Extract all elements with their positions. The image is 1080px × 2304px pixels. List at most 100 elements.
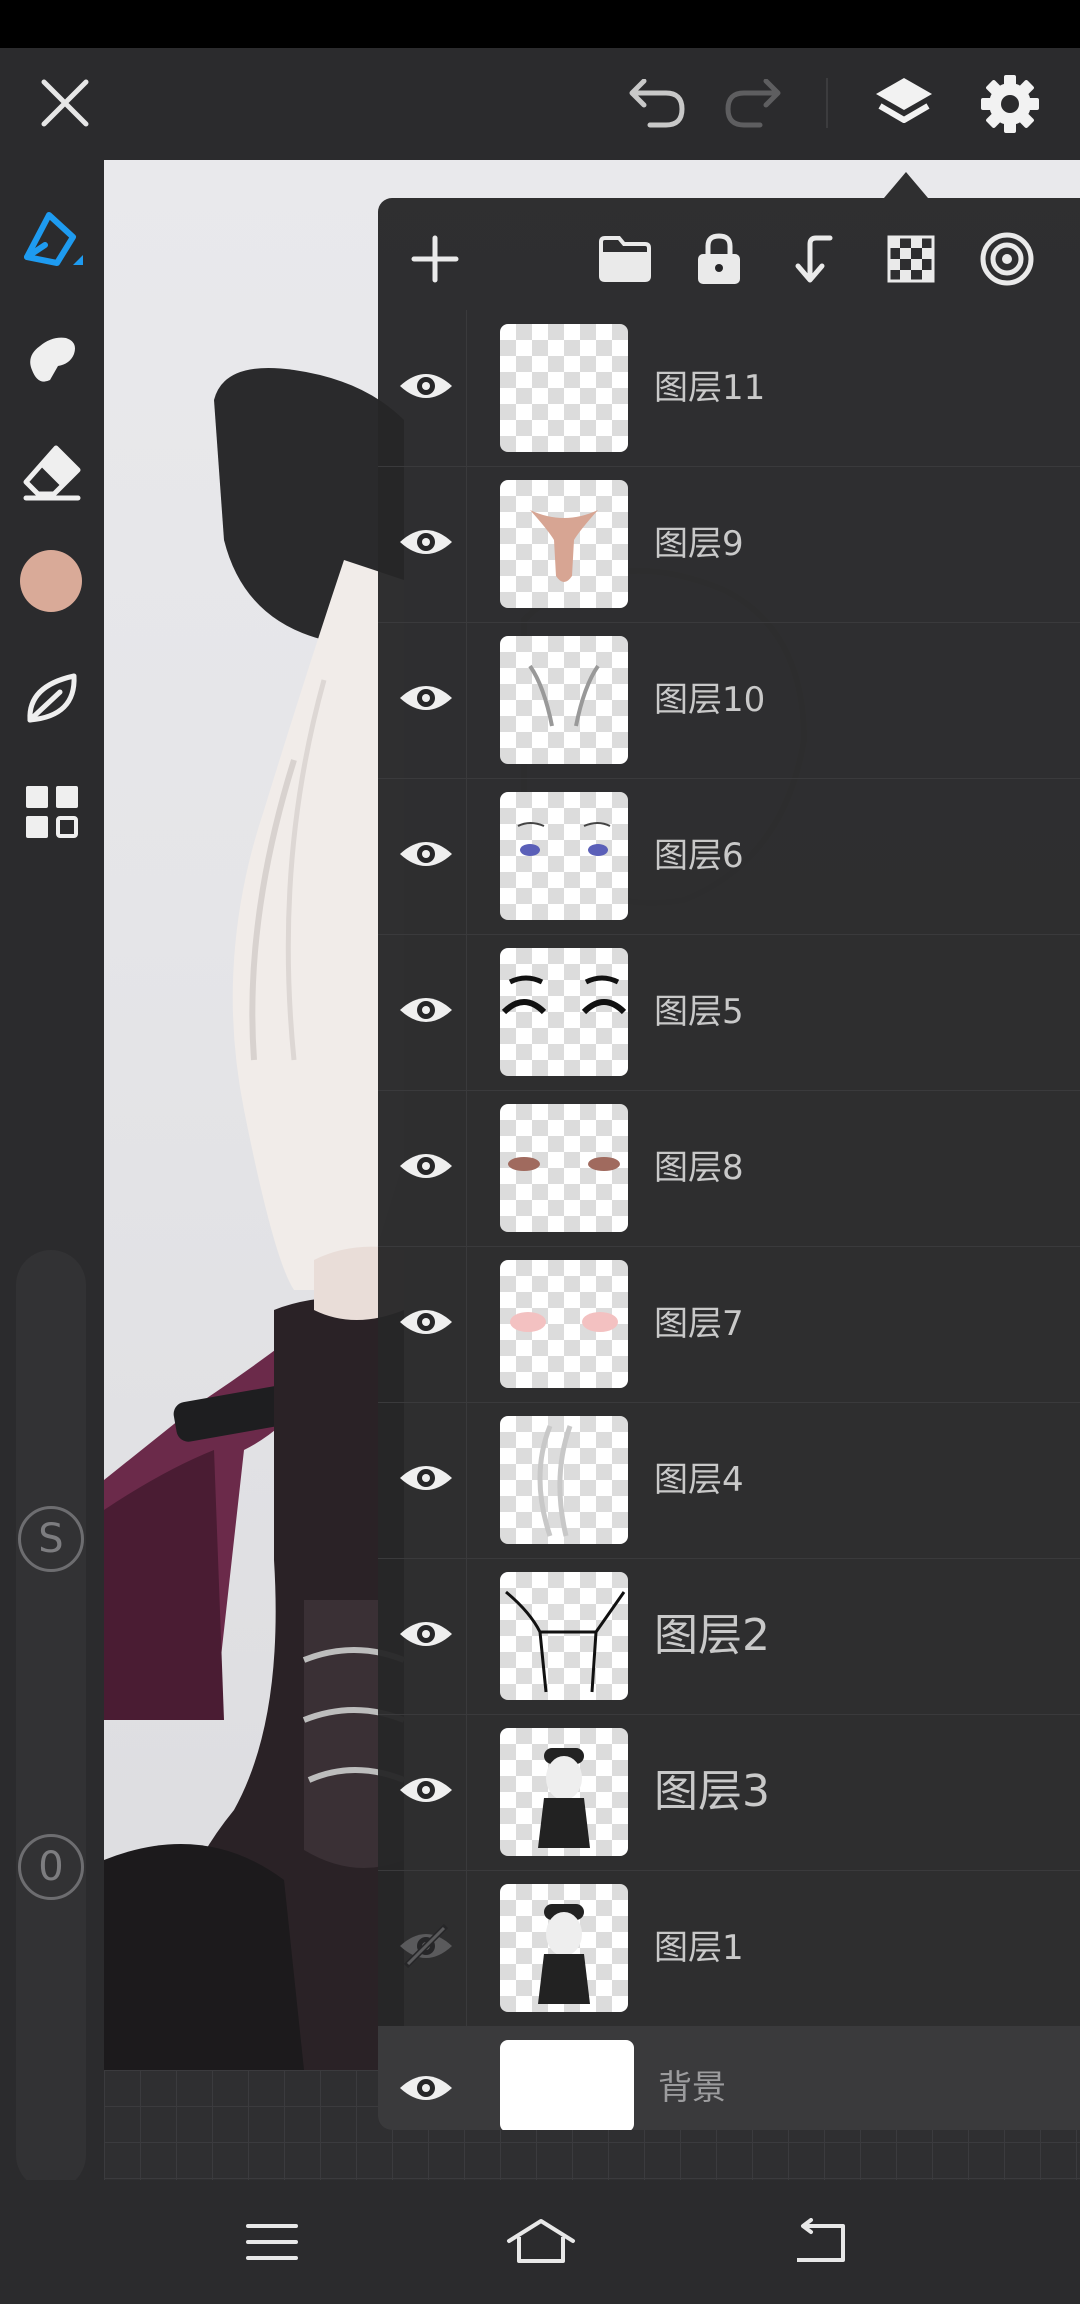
layer-thumbnail-art — [538, 1904, 590, 2004]
transparency-icon — [887, 235, 935, 283]
home-button[interactable] — [496, 2210, 586, 2274]
opacity-button[interactable]: 0 — [18, 1834, 84, 1900]
layer-thumbnail — [500, 324, 628, 452]
layer-name: 图层9 — [654, 524, 744, 564]
layer-row-divider — [466, 778, 467, 934]
layer-thumbnail — [500, 2040, 634, 2130]
eye-icon — [400, 530, 452, 554]
add-icon — [411, 235, 459, 283]
transparency-lock-button[interactable] — [876, 224, 946, 294]
panels-button[interactable] — [14, 774, 90, 850]
lock-layer-button[interactable] — [684, 224, 754, 294]
layer-visibility-toggle[interactable] — [396, 1448, 456, 1508]
home-icon — [507, 2219, 575, 2263]
opacity-label: 0 — [38, 1844, 64, 1890]
smudge-tool-button[interactable] — [14, 320, 90, 396]
material-tool-button[interactable] — [14, 660, 90, 736]
stabilizer-button[interactable]: S — [18, 1506, 84, 1572]
layer-row-divider — [466, 1402, 467, 1558]
layers-button[interactable] — [864, 68, 944, 140]
layer-row-divider — [466, 1870, 467, 2026]
toolbar-divider — [826, 78, 828, 128]
layer-name: 图层2 — [654, 1610, 770, 1661]
layer-thumbnail — [500, 1884, 628, 2012]
status-bar — [0, 0, 1080, 48]
layer-row[interactable]: 图层7 — [378, 1246, 1080, 1403]
layers-icon — [876, 78, 932, 123]
layer-thumbnail-art — [537, 1425, 573, 1537]
new-folder-button[interactable] — [590, 224, 660, 294]
settings-button[interactable] — [970, 68, 1050, 140]
layer-name: 图层8 — [654, 1148, 744, 1188]
layer-visibility-toggle[interactable] — [396, 1916, 456, 1976]
layer-visibility-toggle[interactable] — [396, 1604, 456, 1664]
layer-thumbnail-art — [508, 1157, 620, 1171]
folder-icon — [599, 236, 651, 282]
layer-row[interactable]: 图层4 — [378, 1402, 1080, 1559]
layer-visibility-toggle[interactable] — [396, 1136, 456, 1196]
eye-icon — [400, 1466, 452, 1490]
undo-button[interactable] — [620, 72, 694, 136]
gear-icon — [981, 75, 1039, 133]
layer-visibility-toggle[interactable] — [396, 668, 456, 728]
system-nav-bar — [0, 2180, 1080, 2304]
layer-name: 图层3 — [654, 1766, 770, 1817]
layer-row[interactable]: 图层2 — [378, 1558, 1080, 1715]
undo-icon — [629, 79, 685, 128]
layer-row-divider — [466, 466, 467, 622]
layer-row[interactable]: 图层10 — [378, 622, 1080, 779]
layer-thumbnail-art — [530, 510, 598, 582]
layer-row[interactable]: 图层9 — [378, 466, 1080, 623]
layer-thumbnail — [500, 480, 628, 608]
menu-icon — [246, 2224, 298, 2260]
layer-row[interactable]: 图层8 — [378, 1090, 1080, 1247]
menu-button[interactable] — [230, 2210, 314, 2274]
close-button[interactable] — [30, 68, 100, 138]
eraser-tool-button[interactable] — [14, 434, 90, 510]
eraser-icon — [23, 445, 81, 501]
layer-thumbnail — [500, 1572, 628, 1700]
layer-panel: 图层11 图层9 图层10 图层6 图层5 图层8 图层7 图层4 图层2 图层3 图层1 背景 — [378, 198, 1080, 2130]
layer-visibility-toggle[interactable] — [396, 512, 456, 572]
layer-thumbnail-art — [510, 1312, 618, 1332]
eye-icon — [400, 1622, 452, 1646]
eye-icon — [400, 842, 452, 866]
layer-row[interactable]: 图层5 — [378, 934, 1080, 1091]
layer-visibility-toggle[interactable] — [396, 2058, 456, 2118]
layer-row[interactable]: 图层11 — [378, 310, 1080, 467]
merge-down-button[interactable] — [780, 224, 850, 294]
layer-visibility-toggle[interactable] — [396, 980, 456, 1040]
layer-row[interactable]: 背景 — [378, 2026, 1080, 2130]
eye-hidden-icon — [400, 1923, 452, 1969]
back-button[interactable] — [778, 2210, 862, 2274]
add-layer-button[interactable] — [400, 224, 470, 294]
merge-down-icon — [795, 235, 833, 283]
redo-icon — [725, 79, 781, 128]
brush-size-slider[interactable] — [16, 1250, 86, 2190]
pen-tool-button[interactable] — [14, 204, 90, 280]
layer-row[interactable]: 图层3 — [378, 1714, 1080, 1871]
layer-thumbnail-art — [517, 822, 611, 856]
layer-visibility-toggle[interactable] — [396, 824, 456, 884]
layer-visibility-toggle[interactable] — [396, 356, 456, 416]
layer-row-divider — [466, 1246, 467, 1402]
eye-icon — [400, 998, 452, 1022]
layer-thumbnail-art — [538, 1748, 590, 1848]
layer-row-divider — [466, 622, 467, 778]
layer-row[interactable]: 图层1 — [378, 1870, 1080, 2027]
layer-name: 图层7 — [654, 1304, 744, 1344]
redo-button[interactable] — [716, 72, 790, 136]
target-icon — [980, 232, 1034, 286]
color-swatch-button[interactable] — [20, 550, 82, 612]
layer-row-divider — [466, 1090, 467, 1246]
layer-thumbnail — [500, 1728, 628, 1856]
layer-row-divider — [466, 1714, 467, 1870]
layer-name: 图层5 — [654, 992, 744, 1032]
layer-row-divider — [466, 310, 467, 466]
layer-visibility-toggle[interactable] — [396, 1292, 456, 1352]
layer-row-divider — [466, 1558, 467, 1714]
layer-row[interactable]: 图层6 — [378, 778, 1080, 935]
layer-name: 图层11 — [654, 368, 766, 408]
layer-visibility-toggle[interactable] — [396, 1760, 456, 1820]
reference-layer-button[interactable] — [972, 224, 1042, 294]
